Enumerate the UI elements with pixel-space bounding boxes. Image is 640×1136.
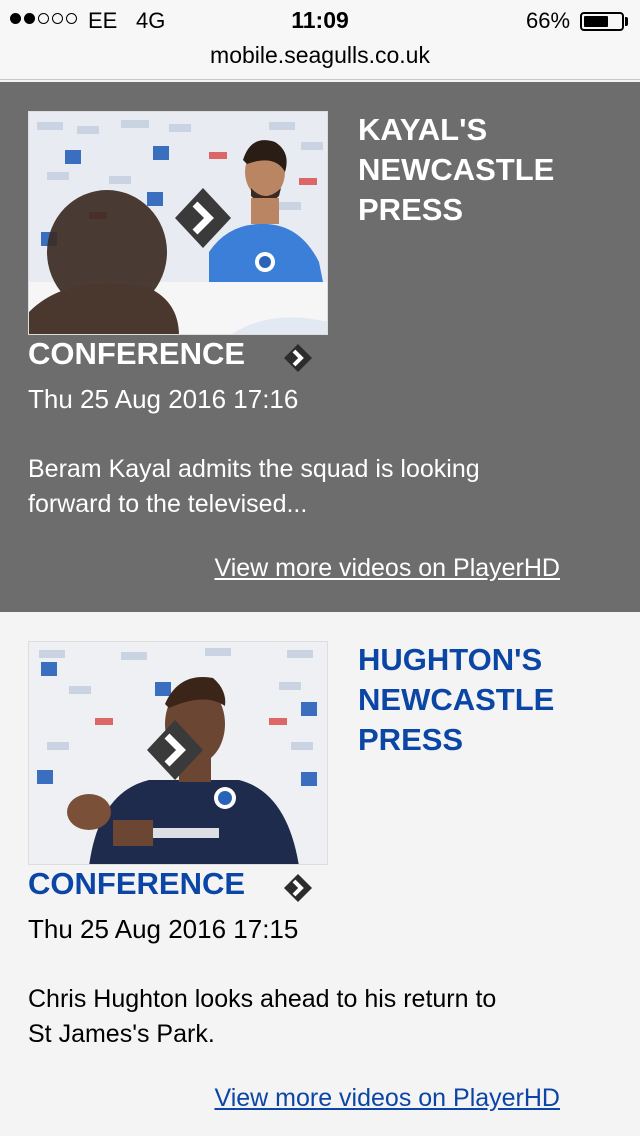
- battery-percentage: 66%: [526, 8, 571, 33]
- video-date: Thu 25 Aug 2016 17:15: [28, 914, 299, 944]
- video-date: Thu 25 Aug 2016 17:16: [28, 384, 299, 414]
- video-title[interactable]: HUGHTON'S NEWCASTLE PRESS: [358, 640, 628, 760]
- video-title-continued[interactable]: CONFERENCE: [28, 866, 245, 902]
- video-description: Beram Kayal admits the squad is looking …: [28, 455, 480, 518]
- video-title[interactable]: KAYAL'S NEWCASTLE PRESS: [358, 110, 628, 230]
- view-more-videos-link[interactable]: View more videos on PlayerHD: [214, 1084, 560, 1113]
- play-chevron-icon[interactable]: [282, 872, 314, 904]
- video-card: KAYAL'S NEWCASTLE PRESS CONFERENCE Thu 2…: [0, 82, 640, 612]
- status-bar: EE 4G 11:09 66%: [0, 0, 640, 40]
- url-text[interactable]: mobile.seagulls.co.uk: [0, 42, 640, 69]
- view-more-videos-link[interactable]: View more videos on PlayerHD: [214, 554, 560, 583]
- battery-tip: [625, 17, 628, 26]
- video-thumbnail[interactable]: [28, 641, 328, 865]
- video-title-continued[interactable]: CONFERENCE: [28, 336, 245, 372]
- video-thumbnail[interactable]: [28, 111, 328, 335]
- video-card: HUGHTON'S NEWCASTLE PRESS CONFERENCE Thu…: [0, 612, 640, 1136]
- browser-url-bar[interactable]: mobile.seagulls.co.uk: [0, 40, 640, 80]
- battery-icon: [580, 12, 624, 31]
- play-chevron-icon[interactable]: [282, 342, 314, 374]
- video-description: Chris Hughton looks ahead to his return …: [28, 985, 497, 1048]
